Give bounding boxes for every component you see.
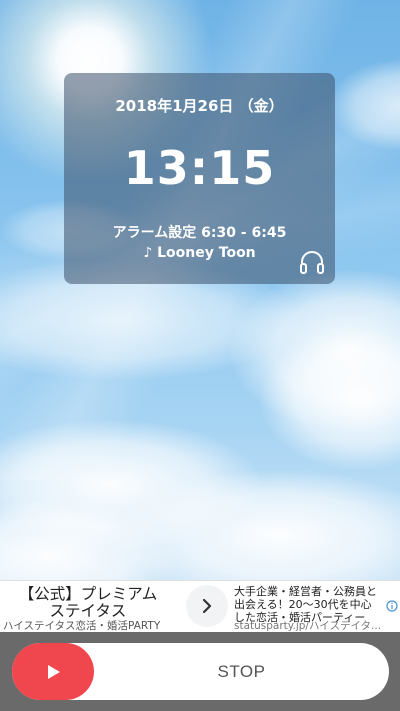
alarm-setting[interactable]: アラーム設定 6:30 - 6:45 bbox=[64, 222, 335, 242]
chevron-right-icon[interactable] bbox=[186, 585, 228, 627]
time-display: 13:15 bbox=[123, 141, 276, 195]
ad-headline[interactable]: 【公式】プレミアム ステイタス ハイステイタス恋活・婚活PARTY bbox=[0, 581, 176, 632]
headphones-icon[interactable] bbox=[297, 247, 327, 277]
song-title[interactable]: ♪ Looney Toon bbox=[64, 245, 335, 261]
ad-banner[interactable]: 【公式】プレミアム ステイタス ハイステイタス恋活・婚活PARTY 大手企業・経… bbox=[0, 580, 400, 632]
ad-body[interactable]: 大手企業・経営者・公務員と 出会える！20～30代を中心 した恋活・婚活パーティ… bbox=[234, 581, 390, 632]
control-bar: STOP bbox=[0, 632, 400, 711]
ad-subtitle: ハイステイタス恋活・婚活PARTY bbox=[3, 620, 161, 632]
alarm-screen: 2018年1月26日 （金） 13:15 アラーム設定 6:30 - 6:45 … bbox=[0, 0, 400, 711]
ad-url: statusparty.jp/ハイステイタ... bbox=[234, 620, 382, 632]
info-icon[interactable] bbox=[386, 597, 398, 612]
play-icon bbox=[48, 664, 60, 679]
stop-button[interactable]: STOP bbox=[12, 643, 389, 700]
play-button[interactable] bbox=[12, 643, 94, 700]
date-label: 2018年1月26日 （金） bbox=[115, 97, 284, 115]
clock-panel: 2018年1月26日 （金） 13:15 アラーム設定 6:30 - 6:45 … bbox=[64, 73, 335, 284]
stop-label: STOP bbox=[217, 662, 266, 681]
